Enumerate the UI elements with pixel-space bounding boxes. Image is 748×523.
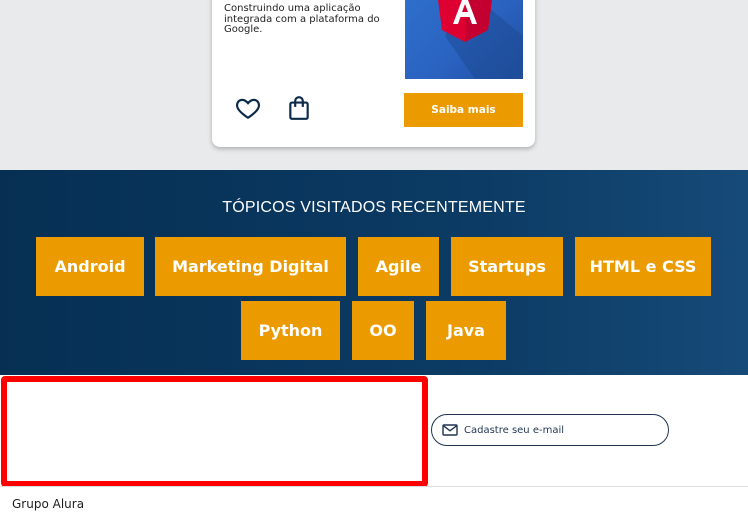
favorite-button[interactable]: [233, 93, 263, 123]
course-thumbnail[interactable]: [405, 0, 523, 79]
saiba-mais-button[interactable]: Saiba mais: [404, 93, 523, 127]
heart-icon: [235, 98, 261, 120]
recent-topics-title: TÓPICOS VISITADOS RECENTEMENTE: [222, 199, 526, 216]
topic-tag-android[interactable]: Android: [36, 237, 144, 296]
recent-topics-section: TÓPICOS VISITADOS RECENTEMENTE Android M…: [0, 170, 748, 375]
angular-logo-icon: [438, 0, 523, 79]
footer-divider: [0, 486, 748, 487]
footer-company-name: Grupo Alura: [12, 497, 85, 511]
course-card: Construindo uma aplicação integrada com …: [212, 0, 535, 147]
shopping-bag-icon: [289, 96, 309, 120]
highlighted-region: [1, 376, 428, 487]
mail-icon: [442, 424, 458, 436]
add-to-cart-button[interactable]: [284, 93, 314, 123]
topic-tag-python[interactable]: Python: [241, 301, 340, 360]
topic-tag-marketing-digital[interactable]: Marketing Digital: [155, 237, 346, 296]
course-description: Construindo uma aplicação integrada com …: [224, 3, 380, 35]
email-signup-label: Cadastre seu e-mail: [464, 424, 565, 436]
topic-tag-agile[interactable]: Agile: [358, 237, 439, 296]
course-section: Construindo uma aplicação integrada com …: [0, 0, 748, 170]
topic-tag-java[interactable]: Java: [426, 301, 506, 360]
email-signup-button[interactable]: Cadastre seu e-mail: [431, 414, 669, 446]
topic-tag-html-css[interactable]: HTML e CSS: [575, 237, 711, 296]
topic-tag-oo[interactable]: OO: [352, 301, 414, 360]
topic-tag-startups[interactable]: Startups: [451, 237, 563, 296]
newsletter-section: Cadastre seu e-mail: [0, 375, 748, 487]
